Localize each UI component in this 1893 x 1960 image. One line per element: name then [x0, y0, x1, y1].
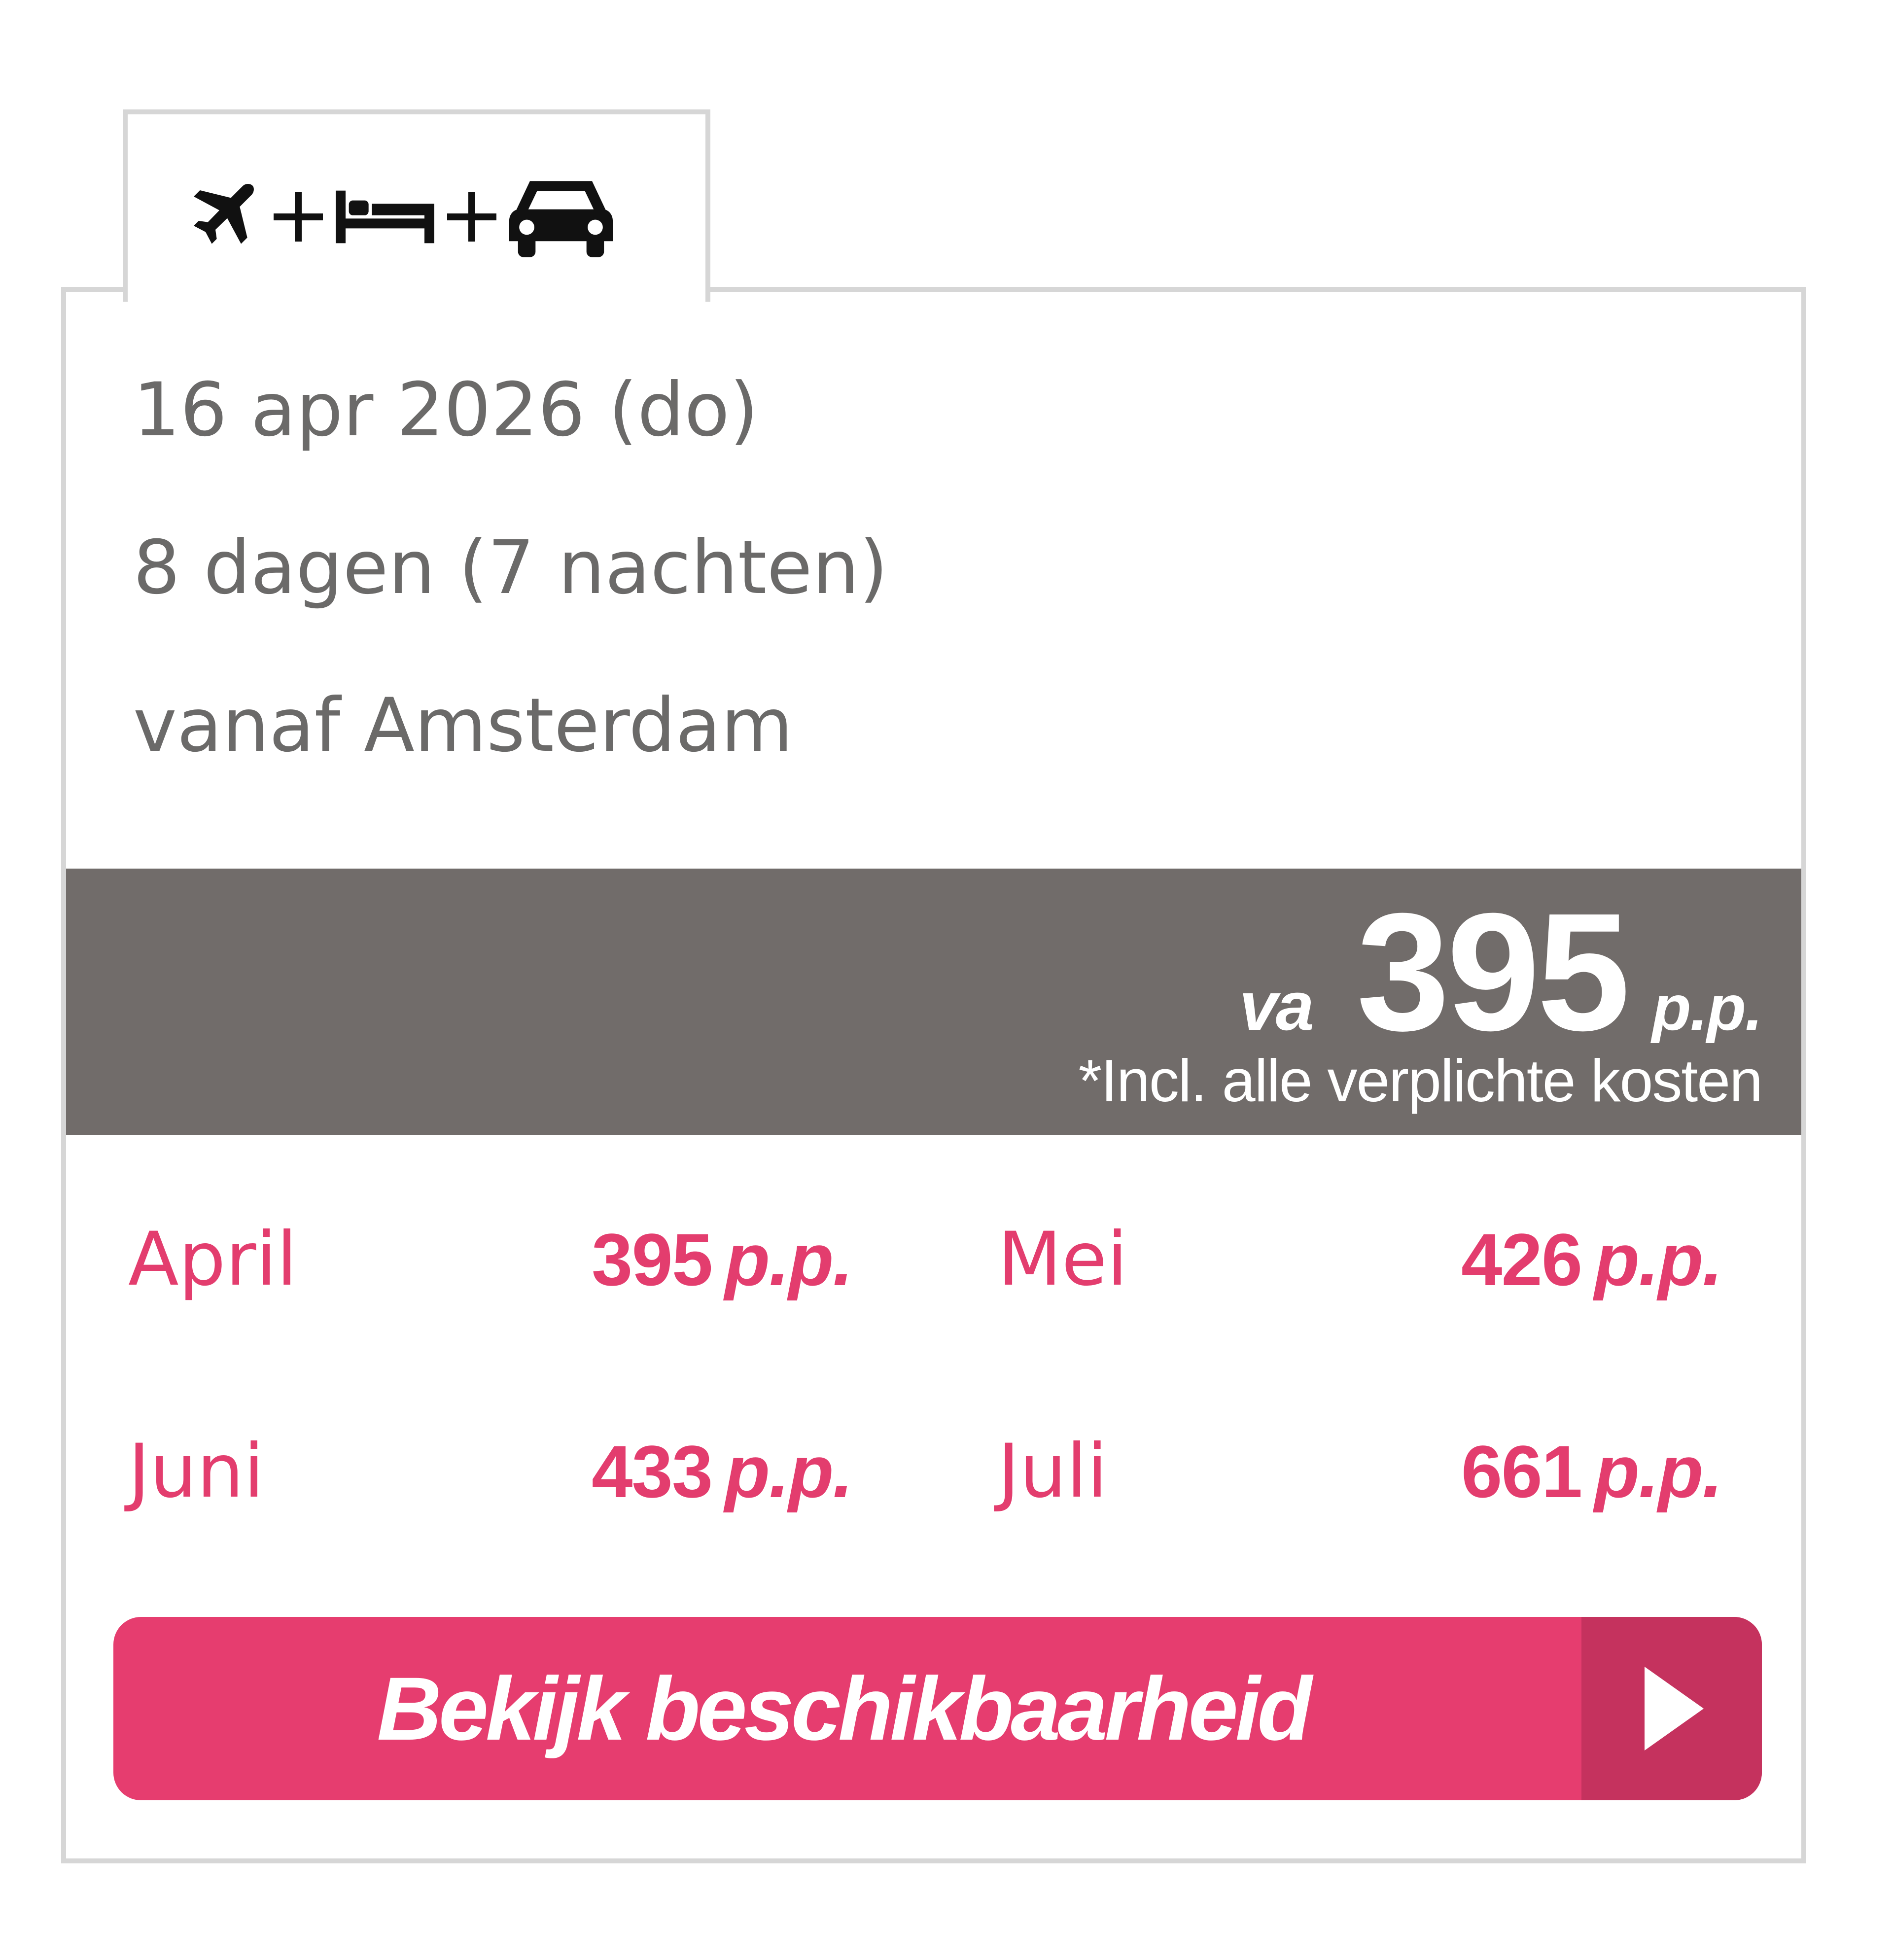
- package-icons: [182, 168, 613, 266]
- price-prefix: va: [1239, 967, 1314, 1045]
- price-suffix: p.p.: [1651, 972, 1763, 1044]
- month-price-value: 426: [1461, 1218, 1582, 1301]
- price-line: va 395 p.p.: [1239, 878, 1763, 1066]
- month-name-april[interactable]: April: [128, 1223, 297, 1296]
- month-price-value: 433: [592, 1430, 713, 1513]
- month-price-juli[interactable]: 661 p.p.: [1461, 1435, 1723, 1508]
- month-name-juli[interactable]: Juli: [998, 1435, 1108, 1508]
- price-amount: 395: [1356, 878, 1630, 1066]
- package-card: 16 apr 2026 (do) 8 dagen (7 nachten) van…: [61, 287, 1806, 1863]
- check-availability-label: Bekijk beschikbaarheid: [377, 1658, 1312, 1759]
- month-price-value: 661: [1461, 1430, 1582, 1513]
- month-name-juni[interactable]: Juni: [128, 1435, 264, 1508]
- month-price-unit: p.p.: [1594, 1430, 1723, 1513]
- airplane-icon: [194, 183, 254, 244]
- price-note: *Incl. alle verplichte kosten: [1078, 1047, 1763, 1114]
- departure-date: 16 apr 2026 (do): [133, 367, 759, 453]
- month-name-mei[interactable]: Mei: [998, 1223, 1127, 1296]
- plus-icon: [274, 192, 323, 242]
- month-price-juni[interactable]: 433 p.p.: [592, 1435, 853, 1508]
- month-price-value: 395: [592, 1218, 713, 1301]
- trip-duration: 8 dagen (7 nachten): [133, 525, 888, 611]
- month-price-mei[interactable]: 426 p.p.: [1461, 1223, 1723, 1296]
- package-tab[interactable]: [123, 109, 710, 302]
- arrow-right-icon: [1645, 1667, 1704, 1750]
- plus-icon: [447, 192, 496, 242]
- month-price-unit: p.p.: [725, 1218, 853, 1301]
- car-icon: [509, 181, 613, 257]
- cta-arrow-box[interactable]: [1581, 1617, 1762, 1800]
- departure-airport: vanaf Amsterdam: [133, 683, 793, 769]
- bed-icon: [336, 190, 434, 244]
- month-price-unit: p.p.: [1594, 1218, 1723, 1301]
- month-price-april[interactable]: 395 p.p.: [592, 1223, 853, 1296]
- price-banner: va 395 p.p. *Incl. alle verplichte koste…: [66, 869, 1801, 1135]
- month-price-unit: p.p.: [725, 1430, 853, 1513]
- check-availability-button[interactable]: Bekijk beschikbaarheid: [113, 1617, 1762, 1800]
